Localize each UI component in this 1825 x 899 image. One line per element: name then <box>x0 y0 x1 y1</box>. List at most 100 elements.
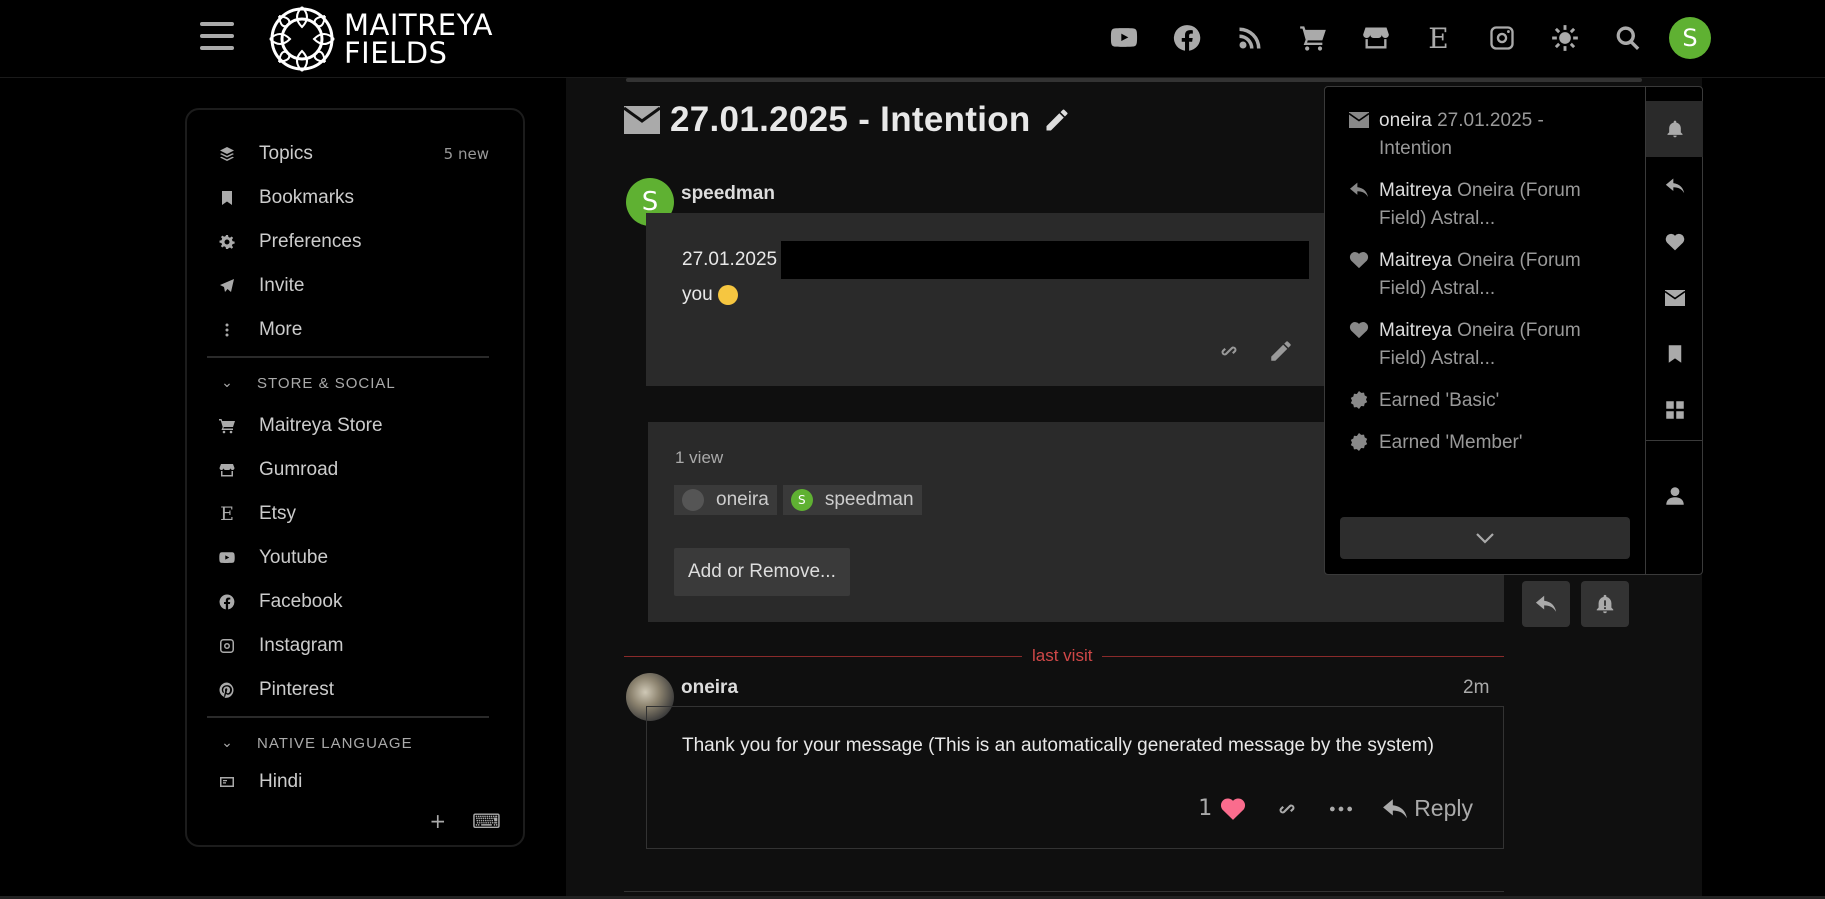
show-more-notifications-button[interactable] <box>1340 517 1630 559</box>
notification-text: Earned 'Basic' <box>1379 390 1500 411</box>
hamburger-menu-icon[interactable] <box>200 22 234 52</box>
sidebar: Topics 5 new Bookmarks Preferences Invit… <box>185 108 525 847</box>
sidebar-item-label: Bookmarks <box>259 187 355 208</box>
logo-mark-icon <box>269 6 335 72</box>
sidebar-item-label: More <box>259 319 303 340</box>
current-user-avatar[interactable]: S <box>1669 17 1711 59</box>
reply-topic-button[interactable] <box>1522 581 1570 627</box>
participant-name: oneira <box>716 489 769 510</box>
tab-messages[interactable] <box>1646 270 1703 326</box>
sidebar-item-youtube[interactable]: Youtube <box>207 536 489 580</box>
link-icon[interactable] <box>1216 338 1242 364</box>
participant-chip[interactable]: oneira <box>674 485 777 515</box>
gear-icon <box>207 234 247 250</box>
notification-item[interactable]: Maitreya Oneira (Forum Field) Astral... <box>1349 247 1619 303</box>
heart-icon <box>1665 233 1684 251</box>
reply-icon <box>1383 798 1408 818</box>
sidebar-item-hindi[interactable]: Hindi <box>207 764 489 800</box>
store-icon[interactable] <box>1344 14 1407 62</box>
badge-icon <box>1349 387 1379 415</box>
notification-item[interactable]: oneira 27.01.2025 - Intention <box>1348 107 1619 163</box>
add-remove-button[interactable]: Add or Remove... <box>674 548 850 596</box>
instagram-icon[interactable] <box>1470 14 1533 62</box>
notification-item[interactable]: Maitreya Oneira (Forum Field) Astral... <box>1349 177 1619 233</box>
tab-replies[interactable] <box>1646 158 1703 214</box>
sidebar-section-native-language[interactable]: ⌄ NATIVE LANGUAGE <box>207 722 489 764</box>
sidebar-item-facebook[interactable]: Facebook <box>207 580 489 624</box>
facebook-icon <box>207 594 247 610</box>
post-content: 27.01.2025 you <box>682 241 1310 310</box>
view-count: 1 view <box>675 448 724 467</box>
sidebar-item-label: Instagram <box>259 635 344 656</box>
post-username[interactable]: oneira <box>681 677 738 699</box>
sidebar-item-pinterest[interactable]: Pinterest <box>207 668 489 712</box>
sidebar-item-gumroad[interactable]: Gumroad <box>207 448 489 492</box>
sidebar-item-topics[interactable]: Topics 5 new <box>207 132 489 176</box>
reply-icon <box>1535 595 1557 612</box>
search-icon[interactable] <box>1596 14 1659 62</box>
tab-likes[interactable] <box>1646 214 1703 270</box>
pinterest-icon <box>207 682 247 698</box>
post-body: 27.01.2025 you <box>646 213 1326 386</box>
section-title: NATIVE LANGUAGE <box>257 734 413 752</box>
link-icon[interactable] <box>1274 796 1300 822</box>
logo-text: MAITREYA FIELDS <box>344 8 493 70</box>
cart-icon[interactable] <box>1281 14 1344 62</box>
page-title[interactable]: 27.01.2025 - Intention <box>670 100 1031 140</box>
post-username[interactable]: speedman <box>681 183 775 205</box>
youtube-icon[interactable] <box>1092 14 1155 62</box>
notification-item[interactable]: Maitreya Oneira (Forum Field) Astral... <box>1349 317 1619 373</box>
blog-icon[interactable] <box>1218 14 1281 62</box>
post-date-text: 27.01.2025 <box>682 249 778 271</box>
edit-pencil-icon[interactable] <box>1268 338 1294 364</box>
tab-bookmarks[interactable] <box>1646 326 1703 382</box>
post-text-line: you <box>682 284 713 305</box>
reply-icon <box>1349 177 1379 233</box>
sidebar-item-more[interactable]: More <box>207 308 489 352</box>
keyboard-shortcuts-icon[interactable]: ⌨ <box>472 809 501 833</box>
last-visit-label: last visit <box>1032 646 1093 665</box>
sidebar-item-invite[interactable]: Invite <box>207 264 489 308</box>
chevron-down-icon: ⌄ <box>221 375 233 391</box>
notification-item[interactable]: Earned 'Basic' <box>1349 387 1619 415</box>
sidebar-item-label: Gumroad <box>259 459 339 480</box>
participant-chip[interactable]: S speedman <box>782 485 922 515</box>
sidebar-item-maitreya-store[interactable]: Maitreya Store <box>207 404 489 448</box>
section-title: STORE & SOCIAL <box>257 374 396 392</box>
post-divider <box>624 891 1504 892</box>
notification-level-button[interactable] <box>1581 581 1629 627</box>
sidebar-item-bookmarks[interactable]: Bookmarks <box>207 176 489 220</box>
notification-text: Maitreya Oneira (Forum Field) Astral... <box>1379 180 1581 229</box>
tab-other[interactable] <box>1646 382 1703 438</box>
sidebar-item-preferences[interactable]: Preferences <box>207 220 489 264</box>
smile-emoji-icon <box>717 284 738 305</box>
sidebar-item-label: Youtube <box>259 547 329 568</box>
sidebar-section-store-social[interactable]: ⌄ STORE & SOCIAL <box>207 362 489 404</box>
heart-icon <box>1349 247 1379 303</box>
vertical-ellipsis-icon <box>207 322 247 338</box>
more-options-icon[interactable] <box>1328 796 1354 822</box>
theme-toggle-icon[interactable] <box>1533 14 1596 62</box>
notification-item[interactable]: Earned 'Member' <box>1349 429 1619 457</box>
sidebar-item-instagram[interactable]: Instagram <box>207 624 489 668</box>
like-button[interactable]: 1 <box>1198 796 1246 821</box>
tab-profile[interactable] <box>1646 468 1703 524</box>
sidebar-divider <box>207 716 489 718</box>
heart-icon <box>1349 317 1379 373</box>
etsy-icon[interactable]: E <box>1407 14 1470 62</box>
sidebar-item-label: Facebook <box>259 591 343 612</box>
post-time[interactable]: 2m <box>1463 677 1489 699</box>
user-menu-panel: oneira 27.01.2025 - Intention Maitreya O… <box>1324 86 1703 575</box>
site-logo[interactable]: MAITREYA FIELDS <box>266 2 493 76</box>
layers-icon <box>207 146 247 162</box>
edit-pencil-icon[interactable] <box>1043 106 1071 134</box>
tab-notifications[interactable] <box>1646 101 1703 157</box>
add-section-icon[interactable]: + <box>429 809 446 833</box>
facebook-icon[interactable] <box>1155 14 1218 62</box>
sidebar-item-label: Topics <box>259 143 313 164</box>
sidebar-item-etsy[interactable]: E Etsy <box>207 492 489 536</box>
envelope-icon <box>1348 107 1379 163</box>
notification-text: Maitreya Oneira (Forum Field) Astral... <box>1379 250 1581 299</box>
reply-icon <box>1665 178 1684 194</box>
reply-button[interactable]: Reply <box>1382 795 1473 822</box>
